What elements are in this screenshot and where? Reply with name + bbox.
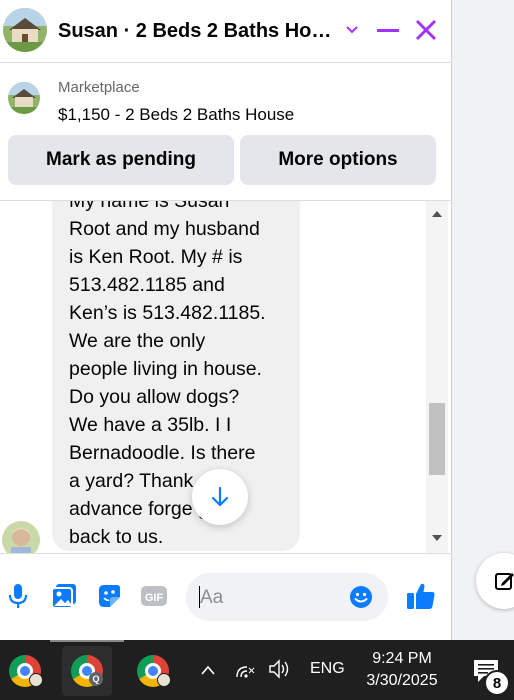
scroll-down-arrow-icon[interactable] [432,535,442,541]
emoji-icon[interactable] [349,585,373,609]
scroll-to-bottom-button[interactable] [192,469,248,525]
active-app-indicator [50,640,124,642]
chrome-icon [137,655,171,687]
listing-thumbnail[interactable] [8,82,40,114]
message-input-box[interactable] [186,573,388,623]
chrome-icon [9,655,43,687]
chat-header[interactable]: Susan · 2 Beds 2 Baths Ho… [0,0,452,63]
taskbar-chrome-profile-button[interactable]: Q [62,646,112,696]
arrow-down-icon [211,486,229,507]
conversation-title[interactable]: Susan · 2 Beds 2 Baths Ho… [58,20,331,43]
message-input[interactable] [198,573,352,623]
listing-avatar[interactable] [3,8,47,52]
thumbs-up-icon[interactable] [404,580,438,612]
taskbar-chrome-button-2[interactable] [128,646,178,696]
chat-window: Susan · 2 Beds 2 Baths Ho… Marketplace $… [0,0,452,640]
sticker-icon[interactable] [95,582,123,610]
clock-date: 3/30/2025 [366,672,438,689]
sender-avatar[interactable] [2,521,40,553]
chevron-up-icon[interactable] [198,660,218,680]
wifi-icon[interactable] [234,658,256,680]
svg-text:GIF: GIF [145,592,164,604]
marketplace-label: Marketplace [58,79,140,96]
mark-as-pending-button[interactable]: Mark as pending [8,135,234,185]
message-text: My name is Susan Root and my husband is … [69,201,266,548]
microphone-icon[interactable] [4,582,32,610]
scroll-up-arrow-icon[interactable] [432,211,442,217]
message-scrollbar[interactable] [426,201,448,553]
desktop-background [452,0,514,640]
more-options-button[interactable]: More options [240,135,436,185]
taskbar-chrome-button[interactable] [0,646,50,696]
scrollbar-thumb[interactable] [429,403,445,475]
clock-time: 9:24 PM [372,650,432,667]
chevron-down-icon[interactable] [338,16,366,44]
message-list[interactable]: My name is Susan Root and my husband is … [0,201,452,553]
marketplace-listing-panel: Marketplace $1,150 - 2 Beds 2 Baths Hous… [0,63,452,201]
message-composer: GIF [0,553,452,640]
windows-taskbar: Q ENG 9:24 PM 3/30/2025 8 [0,640,514,700]
listing-title[interactable]: $1,150 - 2 Beds 2 Baths House [58,105,294,125]
close-icon[interactable] [412,16,440,44]
input-language-indicator[interactable]: ENG [310,660,345,678]
compose-icon [495,573,514,590]
notification-count-badge: 8 [484,670,510,696]
volume-icon[interactable] [268,658,292,680]
chrome-profile-q-icon: Q [71,655,103,687]
system-clock[interactable]: 9:24 PM 3/30/2025 [350,648,454,692]
photo-icon[interactable] [50,582,78,610]
minimize-icon[interactable] [374,16,402,44]
gif-icon[interactable]: GIF [140,582,168,610]
